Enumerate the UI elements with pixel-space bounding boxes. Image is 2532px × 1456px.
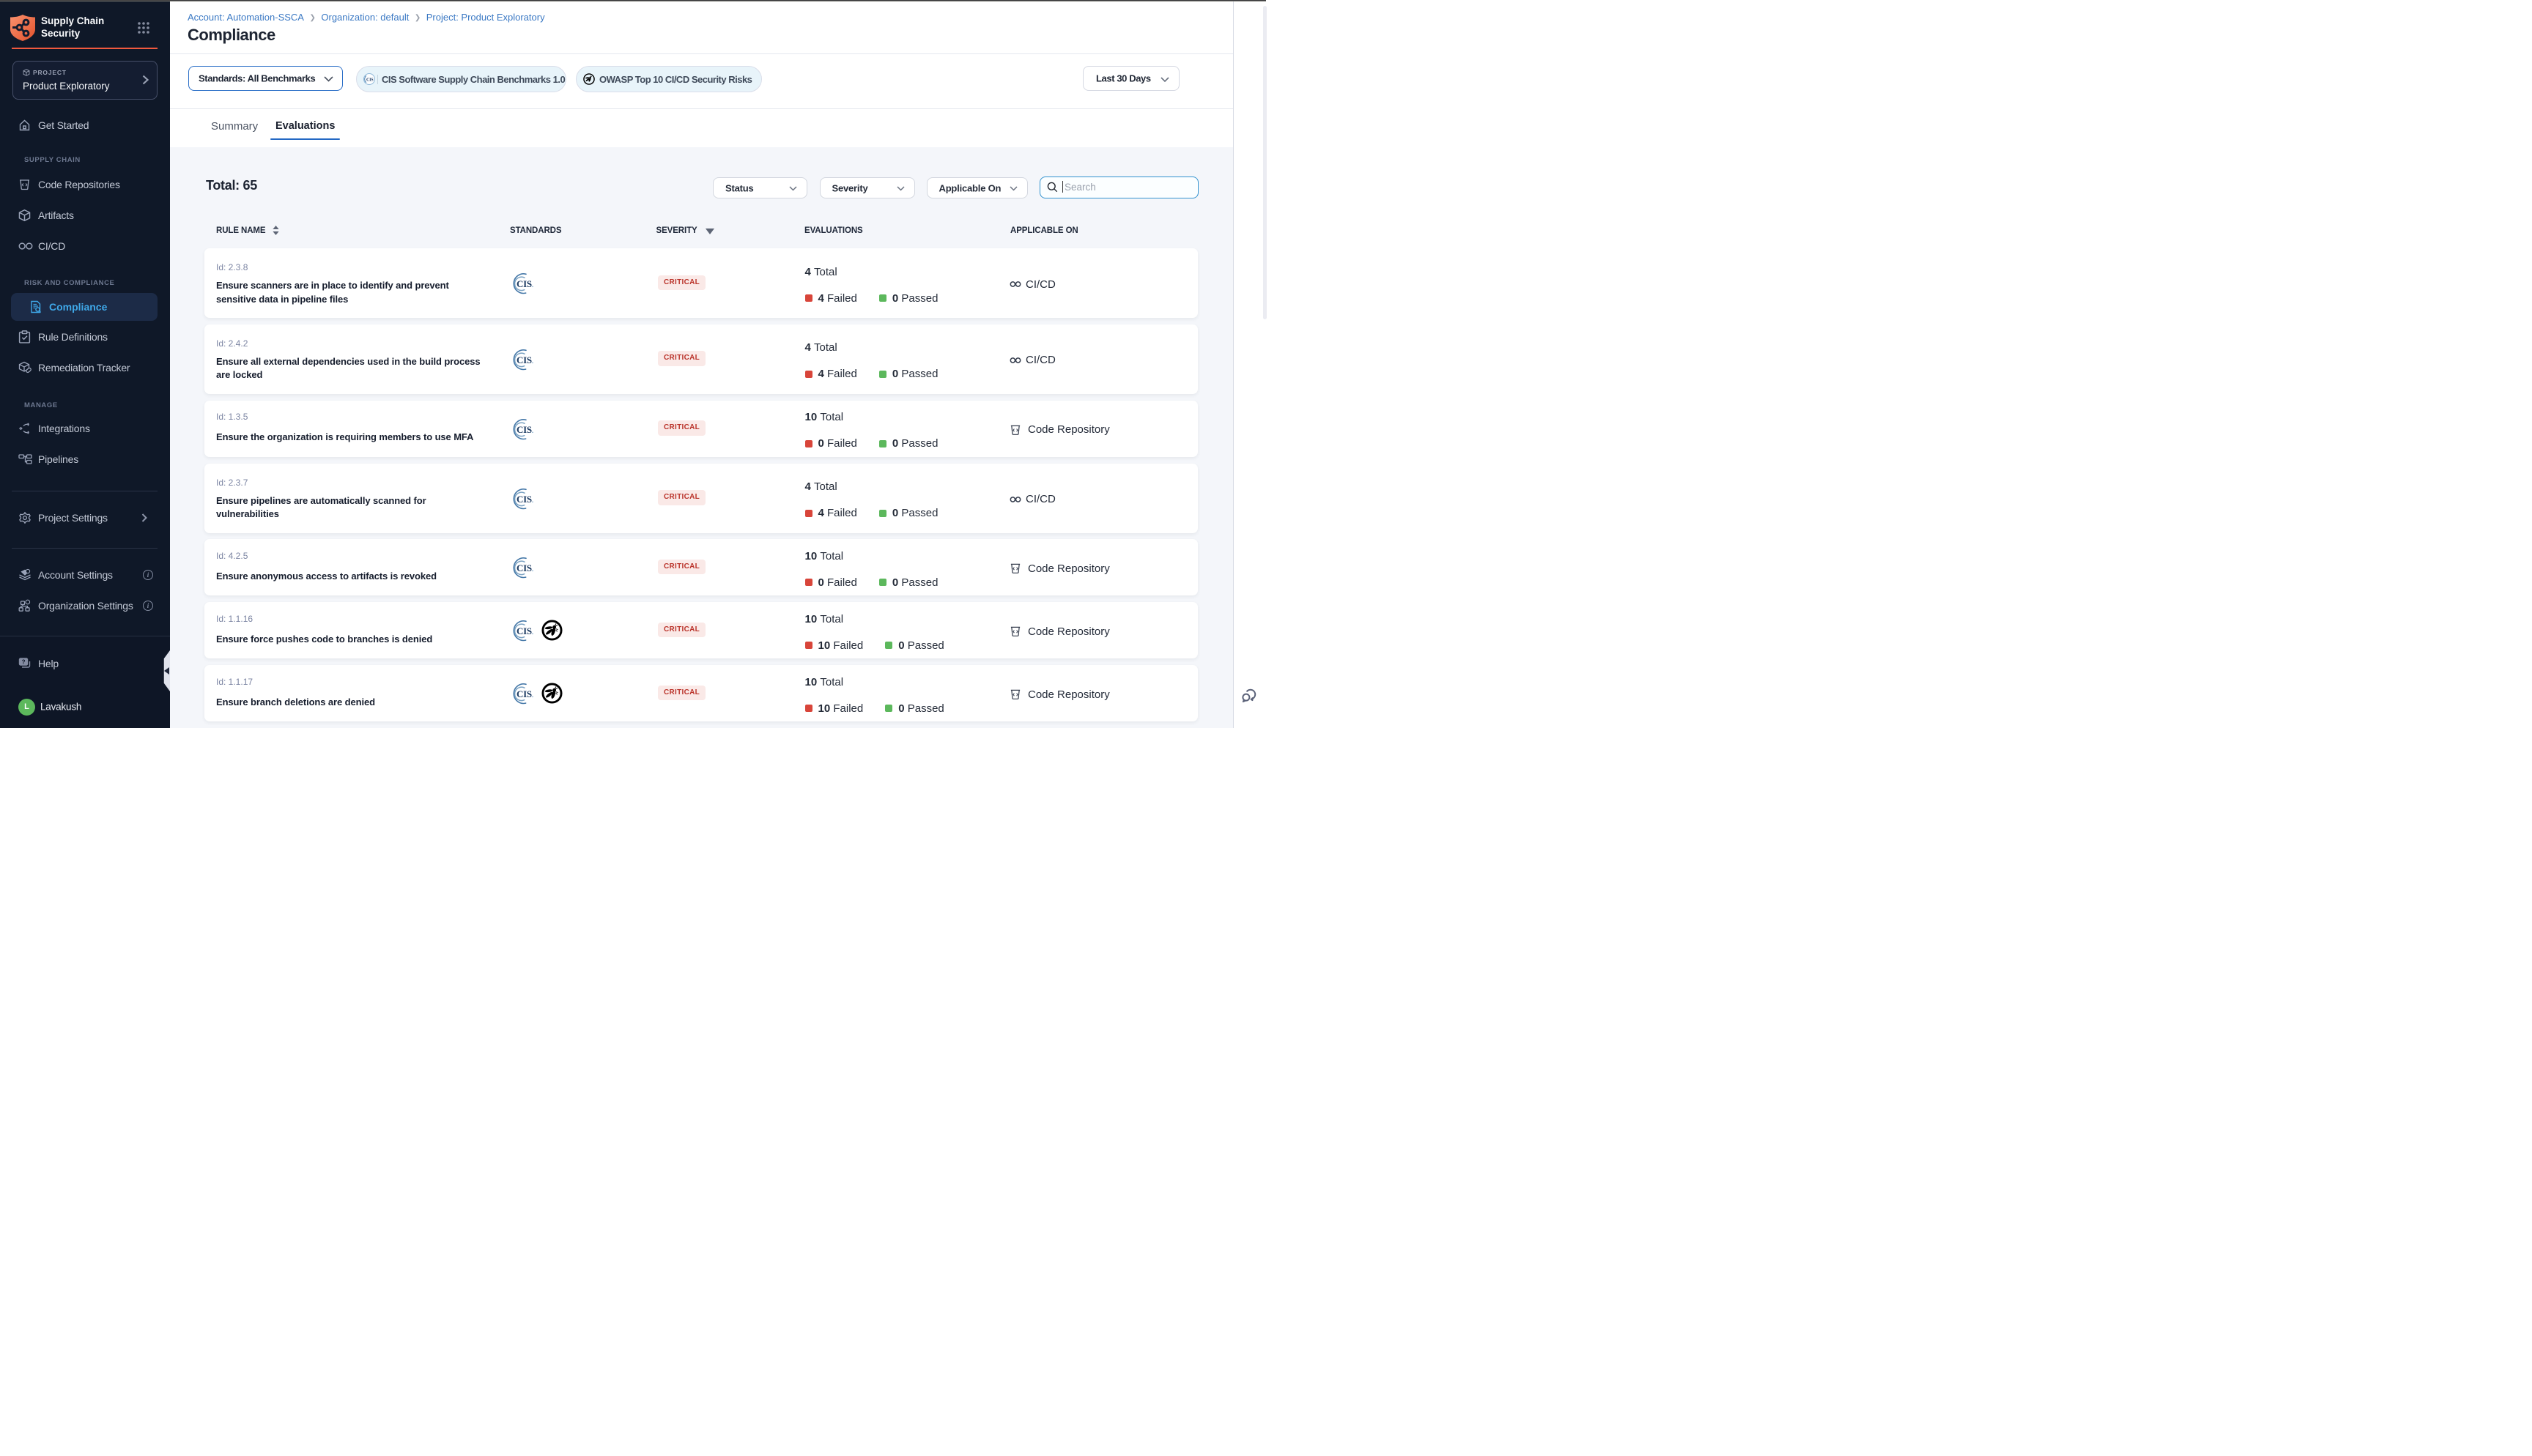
- svg-text:CIS: CIS: [366, 78, 374, 83]
- svg-text:CIS: CIS: [517, 493, 532, 504]
- svg-text:CIS: CIS: [517, 354, 532, 365]
- svg-text:CIS: CIS: [517, 688, 532, 699]
- svg-text:?: ?: [22, 659, 26, 666]
- svg-text:CIS: CIS: [517, 278, 532, 289]
- svg-text:CIS: CIS: [517, 562, 532, 573]
- svg-text:CIS: CIS: [517, 625, 532, 636]
- svg-text:CIS: CIS: [517, 424, 532, 435]
